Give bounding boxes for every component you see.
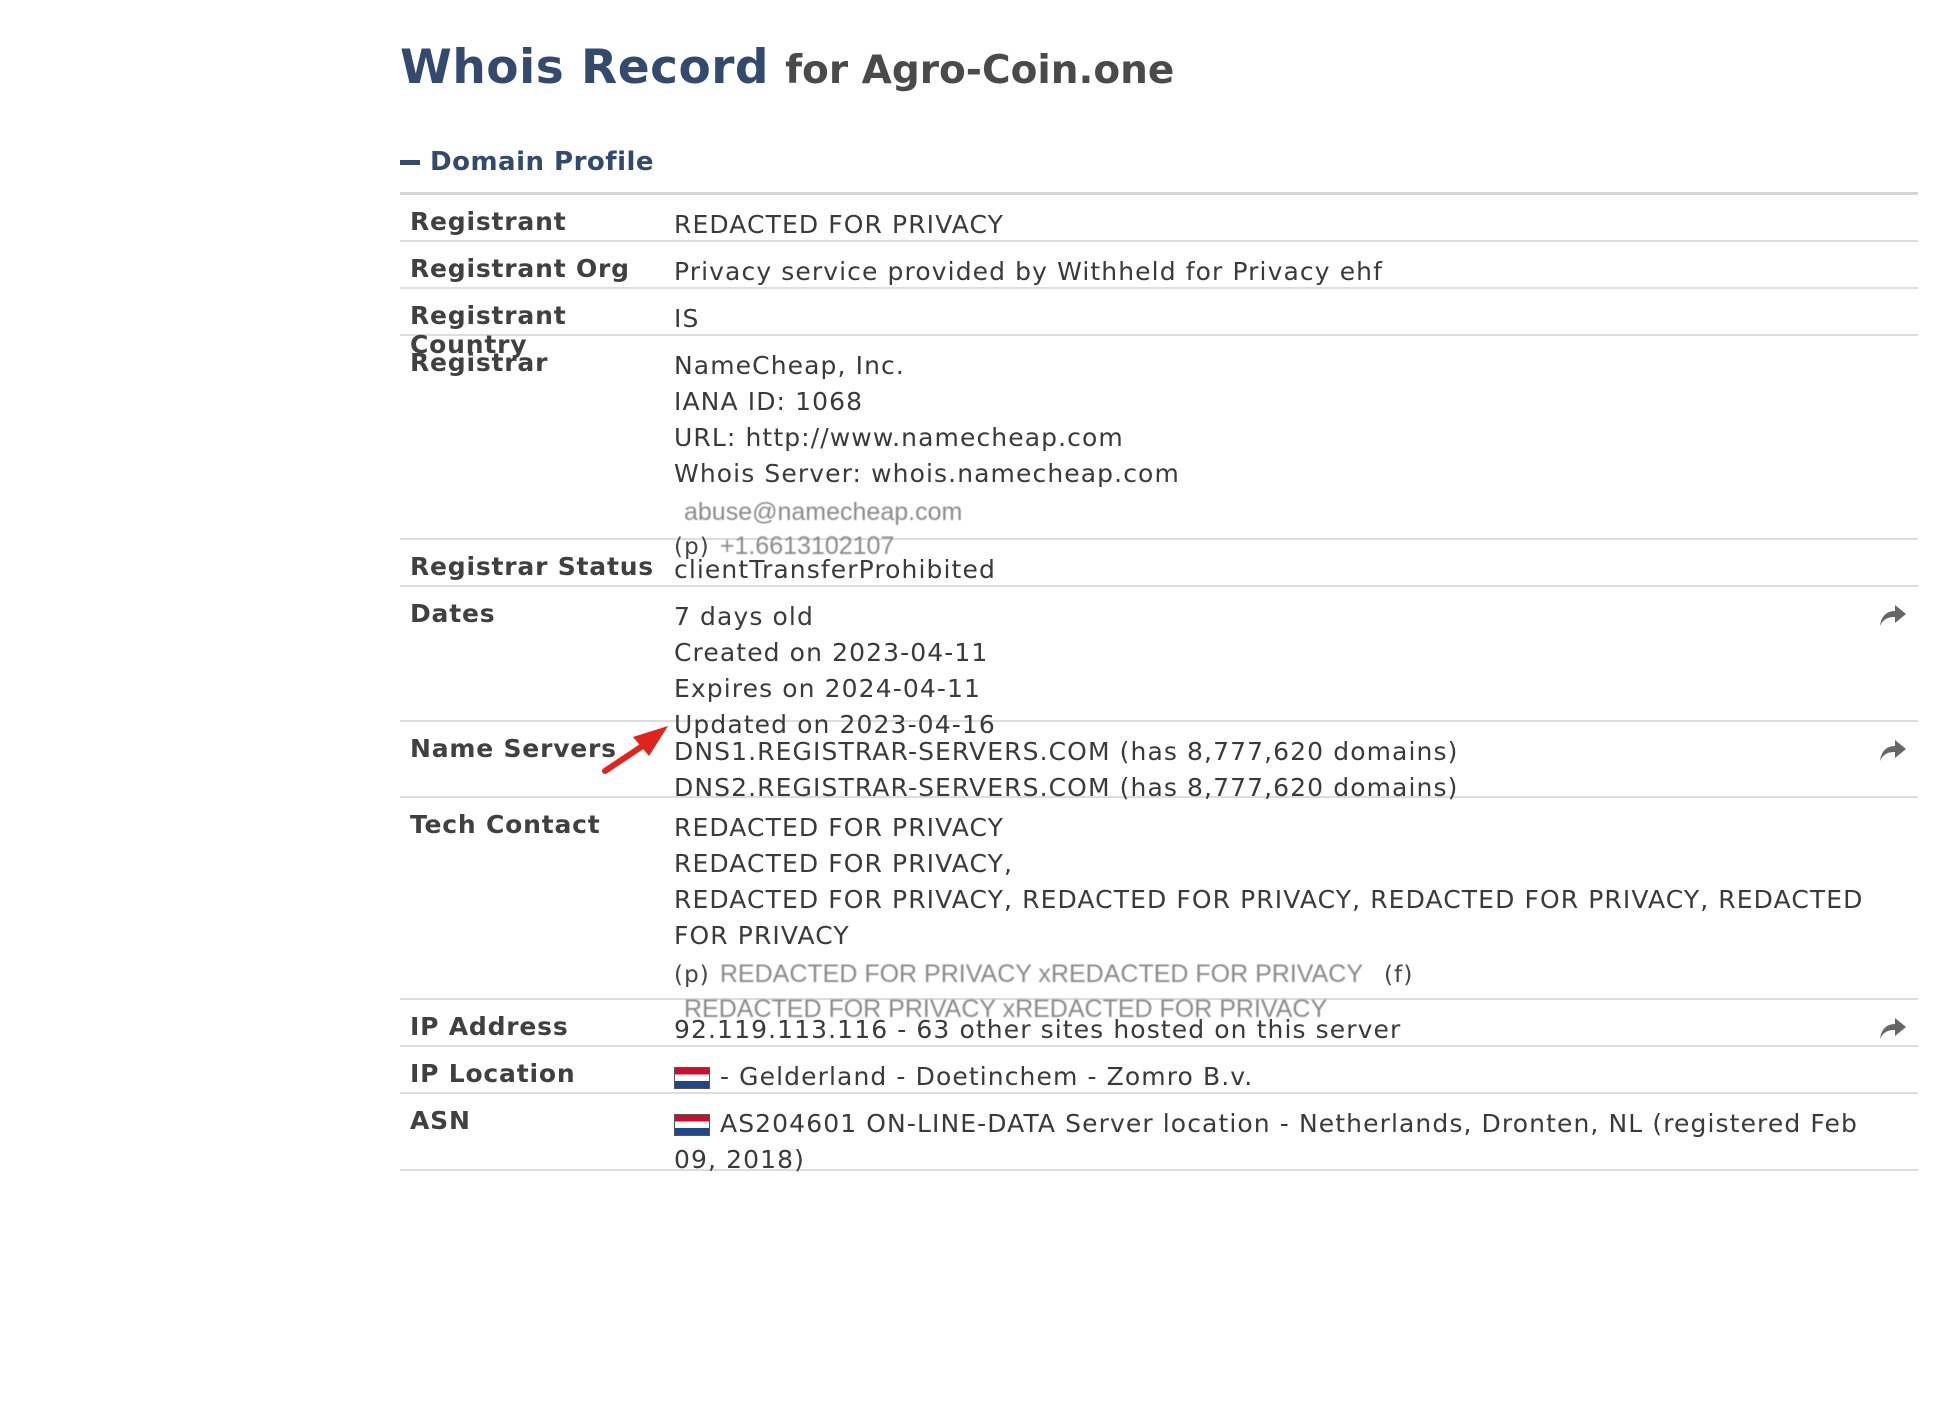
row-key: Dates xyxy=(410,599,496,628)
domain-profile-label: Domain Profile xyxy=(430,147,655,177)
row-ip-location: IP Location - Gelderland - Doetinchem - … xyxy=(400,1047,1918,1094)
registrar-abuse-email: abuse@namecheap.com xyxy=(684,498,963,526)
name-server-1[interactable]: DNS1.REGISTRAR-SERVERS.COM (has 8,777,62… xyxy=(674,734,1898,770)
tech-contact-org: REDACTED FOR PRIVACY, xyxy=(674,849,1014,878)
phone-prefix: (p) xyxy=(674,962,710,988)
domain-profile-toggle[interactable]: Domain Profile xyxy=(400,142,1918,182)
ip-location-text: - Gelderland - Doetinchem - Zomro B.v. xyxy=(720,1062,1254,1091)
share-icon[interactable] xyxy=(1878,738,1908,764)
share-icon[interactable] xyxy=(1878,1016,1908,1042)
row-value: 7 days old Created on 2023-04-11 Expires… xyxy=(674,587,1918,739)
tech-contact-name: REDACTED FOR PRIVACY xyxy=(674,813,1005,842)
row-registrant: Registrant REDACTED FOR PRIVACY xyxy=(400,195,1918,242)
domain-profile-table: Registrant REDACTED FOR PRIVACY Registra… xyxy=(400,195,1918,1174)
row-asn: ASN AS204601 ON-LINE-DATA Server locatio… xyxy=(400,1094,1918,1174)
row-key: Registrar xyxy=(410,348,549,377)
row-value: REDACTED FOR PRIVACY REDACTED FOR PRIVAC… xyxy=(674,798,1918,1023)
netherlands-flag-icon xyxy=(674,1114,710,1136)
row-value[interactable]: 92.119.113.116 - 63 other sites hosted o… xyxy=(674,1000,1918,1045)
row-key: IP Address xyxy=(410,1012,569,1041)
whois-page: Whois Record for Agro-Coin.one Domain Pr… xyxy=(400,40,1918,1174)
red-arrow-annotation xyxy=(602,726,668,774)
row-value: AS204601 ON-LINE-DATA Server location - … xyxy=(674,1094,1918,1174)
registrar-whois-server: Whois Server: whois.namecheap.com xyxy=(674,459,1180,488)
tech-contact-phone: REDACTED FOR PRIVACY xREDACTED FOR PRIVA… xyxy=(719,960,1363,988)
row-registrant-org: Registrant Org Privacy service provided … xyxy=(400,242,1918,289)
row-tech-contact: Tech Contact REDACTED FOR PRIVACY REDACT… xyxy=(400,798,1918,1023)
row-dates: Dates 7 days old Created on 2023-04-11 E… xyxy=(400,587,1918,739)
row-key: Registrant xyxy=(410,207,567,236)
row-value: DNS1.REGISTRAR-SERVERS.COM (has 8,777,62… xyxy=(674,722,1918,802)
asn-text: AS204601 ON-LINE-DATA Server location - … xyxy=(674,1109,1858,1174)
created-date: Created on 2023-04-11 xyxy=(674,638,989,667)
page-title: Whois Record for Agro-Coin.one xyxy=(400,40,1918,110)
row-value: Privacy service provided by Withheld for… xyxy=(674,257,1384,286)
row-registrar-status: Registrar Status clientTransferProhibite… xyxy=(400,540,1918,587)
row-key: IP Location xyxy=(410,1059,576,1088)
registrar-iana-id: IANA ID: 1068 xyxy=(674,387,864,416)
expires-date: Expires on 2024-04-11 xyxy=(674,674,981,703)
row-key: Registrant Org xyxy=(410,254,630,283)
row-key: Registrant Country xyxy=(410,301,567,359)
minus-icon xyxy=(400,159,420,165)
registrar-url: URL: http://www.namecheap.com xyxy=(674,423,1124,452)
tech-contact-address: REDACTED FOR PRIVACY, REDACTED FOR PRIVA… xyxy=(674,885,1864,950)
row-value: IS xyxy=(674,304,700,333)
domain-age: 7 days old xyxy=(674,602,814,631)
row-value: clientTransferProhibited xyxy=(674,555,996,584)
row-key: Tech Contact xyxy=(410,810,601,839)
netherlands-flag-icon xyxy=(674,1067,710,1089)
row-value: NameCheap, Inc. IANA ID: 1068 URL: http:… xyxy=(674,336,1918,560)
fax-prefix: (f) xyxy=(1384,962,1414,988)
row-ip-address: IP Address 92.119.113.116 - 63 other sit… xyxy=(400,1000,1918,1047)
row-value: - Gelderland - Doetinchem - Zomro B.v. xyxy=(674,1047,1918,1092)
page-title-domain: for Agro-Coin.one xyxy=(785,48,1175,93)
page-title-main: Whois Record xyxy=(400,40,770,95)
row-registrant-country: Registrant Country IS xyxy=(400,289,1918,359)
row-registrar: Registrar NameCheap, Inc. IANA ID: 1068 … xyxy=(400,336,1918,560)
row-key: Registrar Status xyxy=(410,552,654,581)
share-icon[interactable] xyxy=(1878,603,1908,629)
row-value: REDACTED FOR PRIVACY xyxy=(674,210,1005,239)
row-key: ASN xyxy=(410,1106,471,1135)
registrar-name: NameCheap, Inc. xyxy=(674,351,905,380)
